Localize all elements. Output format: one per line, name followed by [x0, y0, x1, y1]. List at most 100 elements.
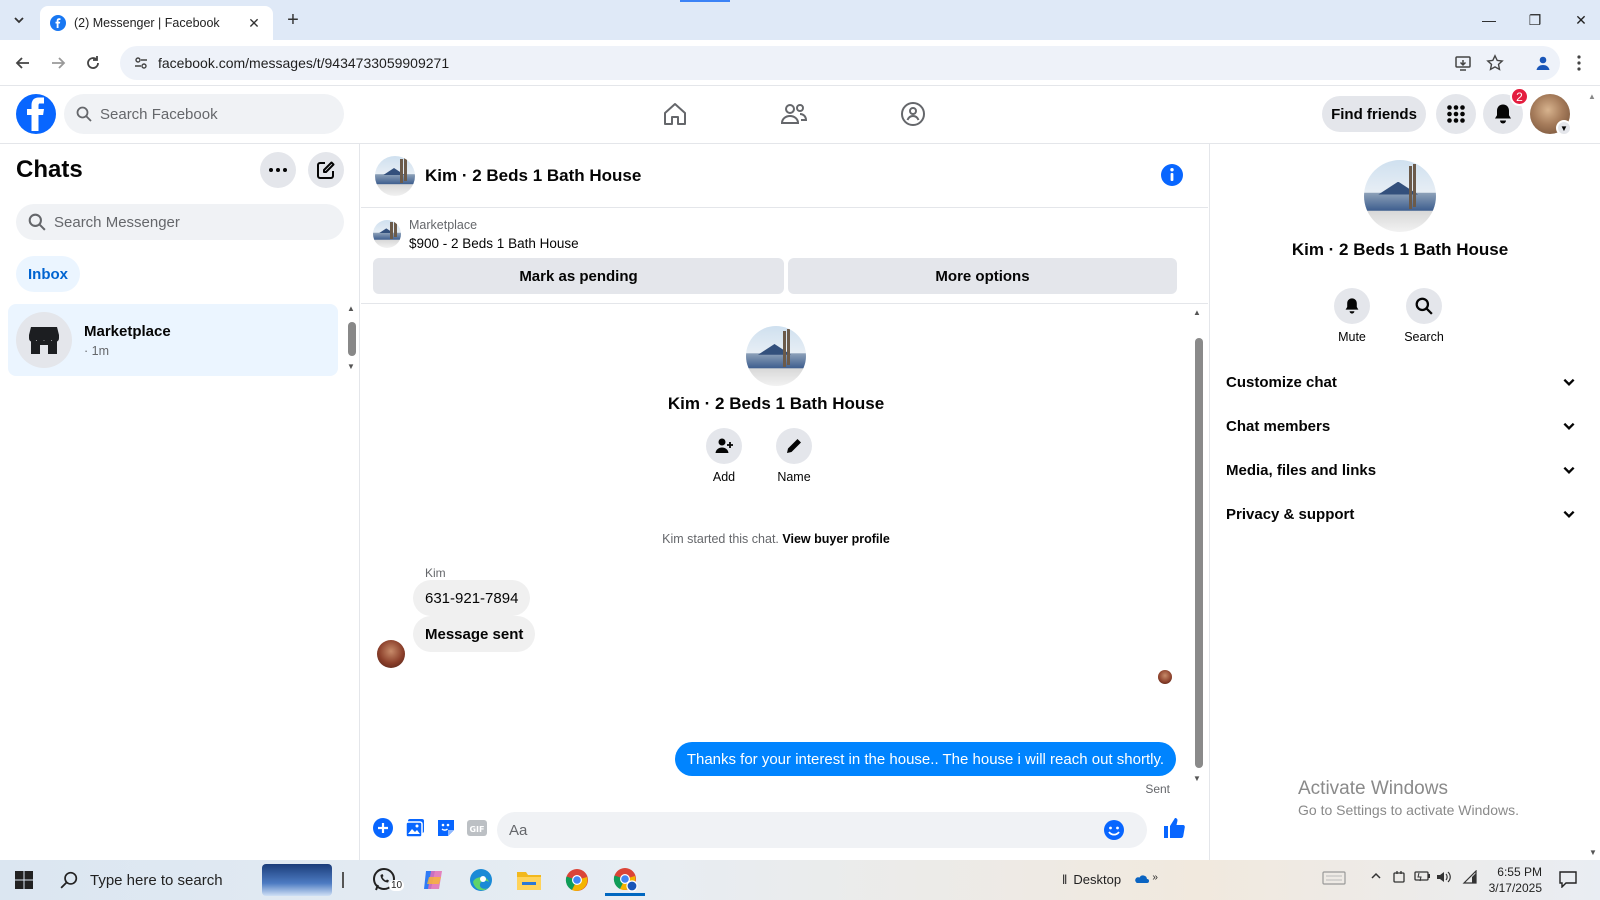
- inbox-filter-chip[interactable]: Inbox: [16, 256, 80, 292]
- page-scroll-up-icon[interactable]: ▲: [1588, 92, 1596, 101]
- keyboard-layout-icon[interactable]: [1322, 870, 1346, 889]
- scroll-up-arrow-icon[interactable]: ▲: [347, 304, 355, 313]
- section-customize-chat[interactable]: Customize chat: [1226, 362, 1576, 402]
- reload-button[interactable]: [80, 50, 106, 76]
- conversation-name: Marketplace: [84, 322, 171, 340]
- gif-icon: GIF: [467, 820, 487, 836]
- more-options-button[interactable]: More options: [788, 258, 1177, 294]
- clock-time: 6:55 PM: [1497, 865, 1542, 879]
- section-media-files-links[interactable]: Media, files and links: [1226, 450, 1576, 490]
- sidebar-scrollbar-thumb[interactable]: [348, 322, 356, 356]
- nav-home[interactable]: [655, 96, 695, 132]
- emoji-icon[interactable]: [1103, 819, 1125, 841]
- section-privacy-support[interactable]: Privacy & support: [1226, 494, 1576, 534]
- chat-started-notice: Kim started this chat. View buyer profil…: [361, 532, 1191, 546]
- window-minimize-button[interactable]: —: [1466, 0, 1512, 40]
- facebook-search-input[interactable]: [100, 105, 320, 123]
- thread-scrollbar-thumb[interactable]: [1195, 338, 1203, 768]
- back-button[interactable]: [10, 50, 36, 76]
- taskbar-app-copilot[interactable]: [413, 864, 453, 896]
- profile-icon[interactable]: [1532, 52, 1554, 74]
- taskbar-search-box[interactable]: Type here to search: [48, 860, 338, 900]
- chevron-down-icon[interactable]: ▼: [1556, 120, 1572, 136]
- notifications-center-icon[interactable]: [1558, 870, 1578, 891]
- taskbar-divider: [342, 872, 344, 888]
- scroll-up-arrow-icon[interactable]: ▲: [1193, 308, 1201, 317]
- browser-tab-messenger[interactable]: (2) Messenger | Facebook ✕: [40, 6, 273, 40]
- meet-now-icon[interactable]: [1392, 870, 1406, 887]
- scroll-down-arrow-icon[interactable]: ▼: [347, 362, 355, 371]
- arrow-right-icon: [52, 57, 66, 69]
- section-chat-members[interactable]: Chat members: [1226, 406, 1576, 446]
- forward-button[interactable]: [45, 50, 71, 76]
- new-message-button[interactable]: [308, 152, 344, 188]
- section-label: Customize chat: [1226, 373, 1337, 391]
- incoming-message[interactable]: Message sent: [413, 616, 536, 652]
- mute-action[interactable]: Mute: [1322, 288, 1382, 344]
- view-buyer-profile-link[interactable]: View buyer profile: [782, 532, 889, 546]
- mark-as-pending-button[interactable]: Mark as pending: [373, 258, 784, 294]
- incoming-message[interactable]: 631-921-7894: [413, 580, 531, 616]
- listing-thumbnail[interactable]: [373, 220, 401, 248]
- sticker-button[interactable]: [434, 816, 458, 840]
- gif-button[interactable]: GIF: [465, 816, 489, 840]
- attach-photo-button[interactable]: [403, 816, 427, 840]
- watermark-subtitle: Go to Settings to activate Windows.: [1298, 802, 1519, 818]
- tab-title: (2) Messenger | Facebook: [74, 16, 220, 30]
- taskbar-app-file-explorer[interactable]: [509, 864, 549, 896]
- notification-badge: 2: [1510, 87, 1529, 106]
- search-in-conversation-action[interactable]: Search: [1394, 288, 1454, 344]
- nav-groups[interactable]: [893, 96, 933, 132]
- watermark-title: Activate Windows: [1298, 778, 1448, 799]
- taskbar-app-chrome[interactable]: [557, 864, 597, 896]
- conversation-avatar[interactable]: [375, 156, 415, 196]
- conversation-info-button[interactable]: [1159, 162, 1185, 188]
- messenger-search-box[interactable]: [16, 204, 344, 240]
- message-input[interactable]: [509, 821, 1099, 839]
- battery-icon[interactable]: [1414, 870, 1432, 885]
- messenger-search-input[interactable]: [54, 213, 314, 231]
- taskbar-app-chrome-profile[interactable]: [605, 864, 645, 896]
- conversation-item[interactable]: Marketplace · 1m: [8, 304, 338, 376]
- tab-search-button[interactable]: [6, 8, 32, 32]
- window-close-button[interactable]: ✕: [1558, 0, 1600, 40]
- desktop-toolbar[interactable]: ‖ Desktop »: [1062, 872, 1158, 887]
- facebook-search-box[interactable]: [64, 94, 344, 134]
- nav-friends[interactable]: [774, 96, 814, 132]
- bookmark-star-icon[interactable]: [1484, 52, 1506, 74]
- marketplace-label: Marketplace: [409, 218, 478, 232]
- find-friends-button[interactable]: Find friends: [1322, 96, 1426, 132]
- scroll-down-arrow-icon[interactable]: ▼: [1589, 848, 1597, 857]
- details-name: Kim · 2 Beds 1 Bath House: [1291, 240, 1509, 259]
- site-info-icon[interactable]: [126, 55, 156, 71]
- tab-close-button[interactable]: ✕: [245, 15, 263, 32]
- message-input-box[interactable]: [497, 812, 1147, 848]
- browser-menu-icon[interactable]: [1568, 52, 1590, 74]
- outgoing-message[interactable]: Thanks for your interest in the house.. …: [674, 742, 1176, 776]
- menu-button[interactable]: [1436, 94, 1476, 134]
- conversation-title[interactable]: Kim · 2 Beds 1 Bath House: [425, 166, 641, 186]
- chats-options-button[interactable]: [260, 152, 296, 188]
- new-tab-button[interactable]: +: [280, 8, 306, 32]
- system-clock[interactable]: 6:55 PM 3/17/2025: [1462, 864, 1542, 896]
- name-chat-action[interactable]: Name: [764, 428, 824, 484]
- taskbar-app-edge[interactable]: [461, 864, 501, 896]
- send-like-button[interactable]: [1161, 816, 1187, 840]
- install-app-icon[interactable]: [1452, 52, 1474, 74]
- house-photo: [373, 220, 401, 248]
- storefront-icon: [28, 327, 60, 354]
- taskbar-app-whatsapp[interactable]: 10: [365, 864, 405, 896]
- sender-avatar[interactable]: [377, 640, 405, 668]
- tray-chevron-up-icon[interactable]: [1370, 870, 1382, 885]
- chevron-down-icon: [1563, 466, 1575, 474]
- start-button[interactable]: [14, 870, 34, 895]
- facebook-logo[interactable]: [16, 94, 56, 134]
- more-actions-button[interactable]: [371, 816, 395, 840]
- mute-label: Mute: [1338, 330, 1366, 344]
- address-bar[interactable]: facebook.com/messages/t/9434733059909271: [120, 46, 1560, 80]
- listing-title[interactable]: $900 - 2 Beds 1 Bath House: [409, 236, 579, 251]
- scroll-down-arrow-icon[interactable]: ▼: [1193, 774, 1201, 783]
- window-maximize-button[interactable]: ❐: [1512, 0, 1558, 40]
- volume-icon[interactable]: [1436, 870, 1452, 887]
- add-people-action[interactable]: Add: [694, 428, 754, 484]
